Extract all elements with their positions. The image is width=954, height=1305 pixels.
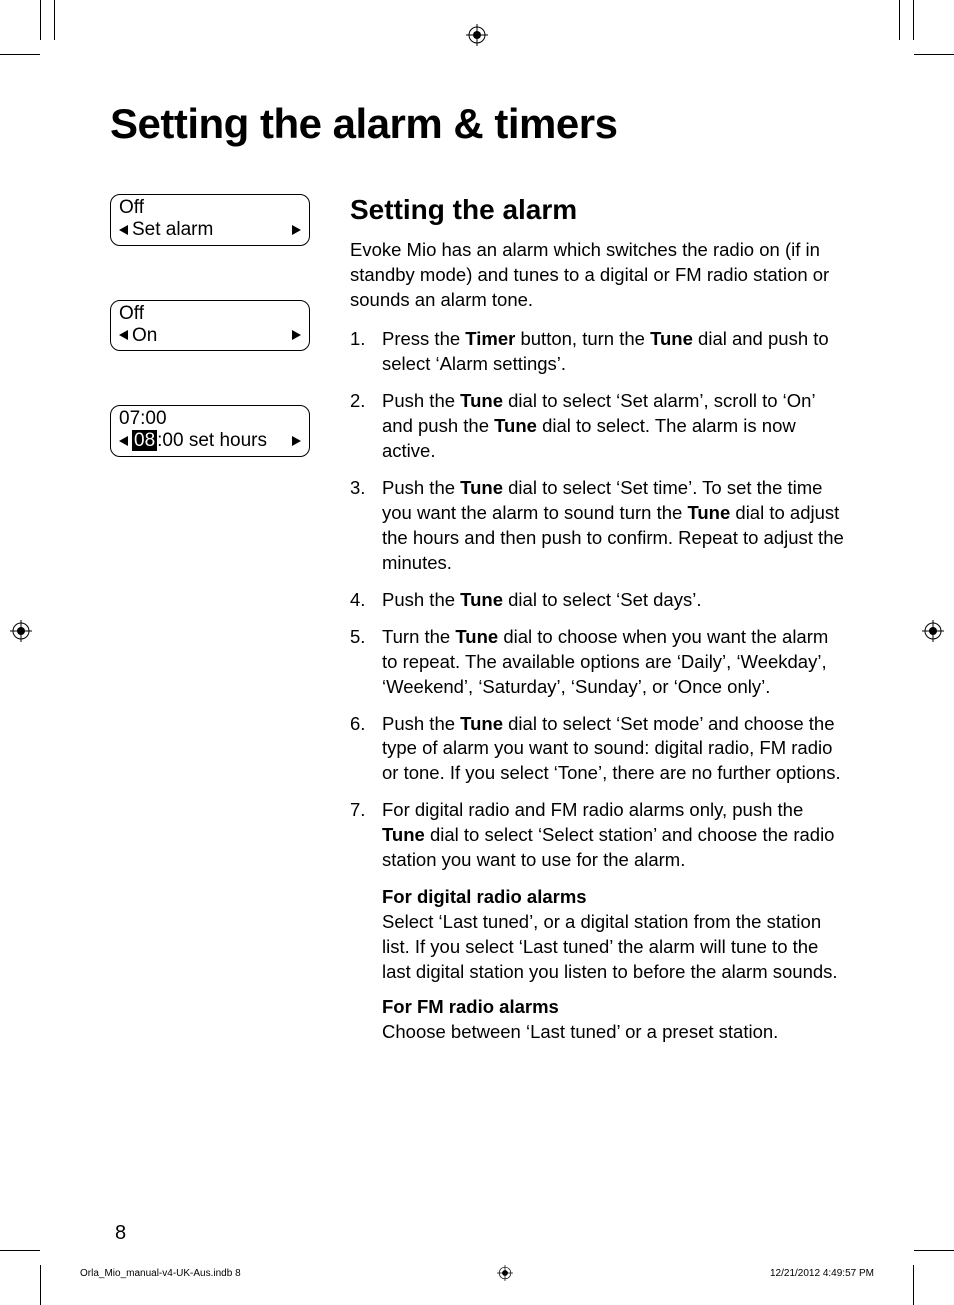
step-item: Press the Timer button, turn the Tune di… — [350, 327, 844, 377]
crop-mark — [40, 1265, 41, 1305]
arrow-left-icon — [119, 225, 128, 235]
lcd-display-on: Off On — [110, 300, 310, 352]
lcd-line2: On — [132, 325, 157, 347]
crop-mark — [0, 1250, 40, 1251]
body-column: Setting the alarm Evoke Mio has an alarm… — [350, 194, 844, 1055]
sub-fm: For FM radio alarms Choose between ‘Last… — [350, 995, 844, 1045]
print-footer: Orla_Mio_manual-v4-UK-Aus.indb 8 12/21/2… — [80, 1265, 874, 1281]
arrow-right-icon — [292, 225, 301, 235]
crop-mark — [899, 0, 900, 40]
crop-mark — [913, 1265, 914, 1305]
crop-mark — [913, 0, 914, 40]
registration-mark-icon — [466, 24, 488, 46]
crop-mark — [914, 1250, 954, 1251]
lcd-line1: Off — [119, 303, 301, 325]
lcd-line1: 07:00 — [119, 408, 301, 430]
step-item: Push the Tune dial to select ‘Set mode’ … — [350, 712, 844, 787]
lcd-display-set-hours: 07:00 08:00 set hours — [110, 405, 310, 457]
crop-mark — [0, 54, 40, 55]
step-item: Turn the Tune dial to choose when you wa… — [350, 625, 844, 700]
arrow-left-icon — [119, 436, 128, 446]
sub-digital-body: Select ‘Last tuned’, or a digital statio… — [382, 911, 838, 982]
arrow-right-icon — [292, 330, 301, 340]
footer-timestamp: 12/21/2012 4:49:57 PM — [770, 1268, 874, 1279]
lcd-display-set-alarm: Off Set alarm — [110, 194, 310, 246]
intro-paragraph: Evoke Mio has an alarm which switches th… — [350, 238, 844, 313]
registration-mark-icon — [922, 620, 944, 642]
registration-mark-icon — [497, 1265, 513, 1281]
crop-mark — [54, 0, 55, 40]
section-heading: Setting the alarm — [350, 194, 844, 226]
crop-mark — [914, 54, 954, 55]
sub-digital: For digital radio alarms Select ‘Last tu… — [350, 885, 844, 985]
sub-fm-head: For FM radio alarms — [382, 996, 559, 1017]
sub-digital-head: For digital radio alarms — [382, 886, 587, 907]
lcd-line2: Set alarm — [132, 219, 213, 241]
step-item: Push the Tune dial to select ‘Set alarm’… — [350, 389, 844, 464]
footer-filename: Orla_Mio_manual-v4-UK-Aus.indb 8 — [80, 1268, 241, 1279]
crop-mark — [40, 0, 41, 40]
steps-list: Press the Timer button, turn the Tune di… — [350, 327, 844, 873]
page-title: Setting the alarm & timers — [110, 100, 844, 148]
lcd-examples-column: Off Set alarm Off On 07:00 — [110, 194, 310, 1055]
arrow-left-icon — [119, 330, 128, 340]
step-item: For digital radio and FM radio alarms on… — [350, 798, 844, 873]
lcd-line1: Off — [119, 197, 301, 219]
step-item: Push the Tune dial to select ‘Set time’.… — [350, 476, 844, 576]
lcd-line2-rest: :00 set hours — [157, 430, 267, 451]
lcd-highlight: 08 — [132, 430, 157, 451]
sub-fm-body: Choose between ‘Last tuned’ or a preset … — [382, 1021, 778, 1042]
arrow-right-icon — [292, 436, 301, 446]
page-number: 8 — [115, 1222, 126, 1245]
step-item: Push the Tune dial to select ‘Set days’. — [350, 588, 844, 613]
registration-mark-icon — [10, 620, 32, 642]
